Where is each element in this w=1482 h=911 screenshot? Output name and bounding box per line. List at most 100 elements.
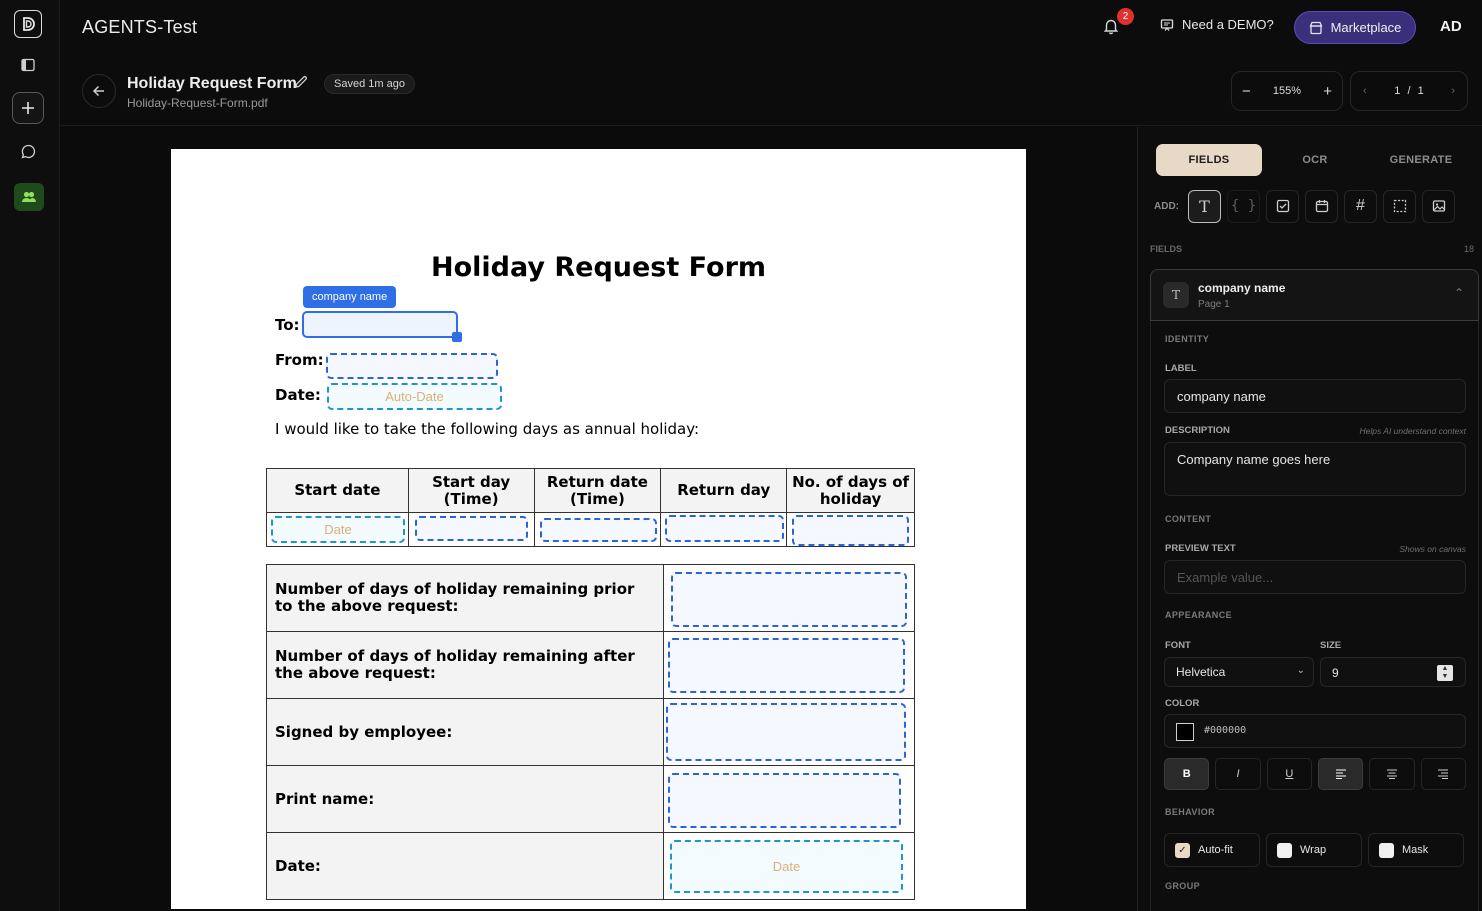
- preview-text-label: PREVIEW TEXT: [1165, 543, 1236, 554]
- number-tool-icon[interactable]: #: [1344, 189, 1377, 223]
- auto-fit-checkbox[interactable]: ✓: [1175, 842, 1190, 858]
- calendar-tool-icon[interactable]: [1305, 189, 1338, 223]
- company-name-field[interactable]: [302, 311, 462, 342]
- auto-fit-option[interactable]: ✓ Auto-fit: [1164, 833, 1260, 867]
- page-navigator: ‹ 1 / 1 ›: [1350, 71, 1468, 111]
- user-avatar[interactable]: AD: [1440, 18, 1462, 35]
- table-cell: Date: [266, 512, 409, 547]
- page-total: 1: [1417, 85, 1424, 97]
- mask-label: Mask: [1402, 844, 1429, 856]
- return-date-field[interactable]: [539, 518, 657, 542]
- table-header: Start day (Time): [407, 468, 535, 513]
- logo-icon[interactable]: [14, 10, 42, 38]
- table-cell: Date: [663, 832, 915, 900]
- description-textarea[interactable]: Company name goes here: [1164, 442, 1466, 496]
- document-header: Holiday Request Form Saved 1m ago Holida…: [60, 56, 1482, 126]
- panel-tabs: FIELDS OCR GENERATE: [1156, 144, 1474, 176]
- document-title: Holiday Request Form: [127, 75, 297, 92]
- table-row-label: Signed by employee:: [266, 698, 664, 766]
- size-input[interactable]: 9 ▲ ▼: [1320, 657, 1466, 687]
- wrap-checkbox[interactable]: [1277, 842, 1292, 858]
- appearance-section-title: APPEARANCE: [1165, 610, 1233, 620]
- align-left-button[interactable]: [1317, 758, 1364, 790]
- zoom-level: 155%: [1272, 85, 1302, 97]
- zoom-in-button[interactable]: +: [1323, 83, 1332, 100]
- intro-text: I would like to take the following days …: [275, 420, 700, 438]
- tab-ocr[interactable]: OCR: [1262, 144, 1368, 176]
- text-format-toolbar: B I U: [1164, 758, 1466, 790]
- zoom-out-button[interactable]: −: [1242, 83, 1251, 100]
- font-label: FONT: [1165, 640, 1191, 651]
- variable-tool-icon[interactable]: { }: [1227, 189, 1260, 223]
- image-tool-icon[interactable]: [1422, 189, 1455, 223]
- add-label: ADD:: [1154, 200, 1179, 212]
- chat-icon[interactable]: [12, 135, 44, 167]
- form-title: Holiday Request Form: [430, 252, 767, 283]
- agents-icon[interactable]: [14, 183, 44, 211]
- tab-generate[interactable]: GENERATE: [1368, 144, 1474, 176]
- pencil-icon[interactable]: [294, 75, 310, 91]
- checkbox-tool-icon[interactable]: [1266, 189, 1299, 223]
- from-label: From:: [275, 351, 324, 369]
- underline-button[interactable]: U: [1266, 758, 1312, 790]
- signature-field[interactable]: [666, 703, 906, 761]
- selected-field-chip[interactable]: company name: [303, 286, 397, 308]
- left-rail: [0, 0, 60, 911]
- sidebar-toggle-icon[interactable]: [12, 49, 44, 81]
- table-cell: [663, 564, 915, 632]
- mask-option[interactable]: Mask: [1368, 833, 1464, 867]
- table-cell: [663, 765, 915, 833]
- prev-page-icon[interactable]: ‹: [1363, 85, 1367, 97]
- wrap-option[interactable]: Wrap: [1266, 833, 1362, 867]
- presentation-icon: [1160, 18, 1174, 31]
- region-tool-icon[interactable]: [1383, 189, 1416, 223]
- mask-checkbox[interactable]: [1379, 842, 1394, 858]
- preview-hint: Shows on canvas: [1399, 544, 1466, 554]
- need-demo-link[interactable]: Need a DEMO?: [1160, 17, 1274, 32]
- days-of-holiday-field[interactable]: [792, 515, 910, 546]
- store-icon: [1309, 21, 1323, 34]
- bold-button[interactable]: B: [1164, 758, 1210, 790]
- table-cell: [407, 512, 535, 547]
- field-card-name: company name: [1198, 281, 1286, 295]
- remaining-prior-field[interactable]: [671, 572, 907, 627]
- color-picker[interactable]: #000000: [1164, 714, 1466, 748]
- next-page-icon[interactable]: ›: [1451, 85, 1455, 97]
- from-field[interactable]: [326, 353, 498, 379]
- text-tool-icon[interactable]: T: [1188, 189, 1221, 223]
- document-filename: Holiday-Request-Form.pdf: [127, 96, 268, 110]
- start-date-field[interactable]: Date: [271, 516, 405, 543]
- color-hex-value: #000000: [1204, 725, 1247, 736]
- size-value: 9: [1332, 666, 1339, 680]
- text-field-icon: T: [1163, 282, 1189, 308]
- chevron-up-icon[interactable]: ⌃: [1454, 286, 1464, 300]
- properties-panel: FIELDS OCR GENERATE ADD: T { } # FIELDS …: [1137, 127, 1482, 911]
- back-button[interactable]: [82, 74, 116, 108]
- font-select[interactable]: Helvetica ⌄: [1164, 657, 1314, 687]
- add-field-toolbar: ADD: T { } #: [1154, 189, 1474, 223]
- print-name-field[interactable]: [668, 773, 901, 828]
- label-input[interactable]: company name: [1164, 379, 1466, 413]
- document-canvas: Holiday Request Form company name To: Fr…: [60, 127, 1136, 911]
- auto-date-field[interactable]: Auto-Date: [327, 383, 502, 410]
- resize-handle[interactable]: [452, 332, 462, 342]
- remaining-after-field[interactable]: [668, 638, 905, 693]
- auto-fit-label: Auto-fit: [1198, 844, 1233, 856]
- signed-date-field[interactable]: Date: [670, 840, 903, 893]
- return-day-field[interactable]: [665, 515, 785, 542]
- preview-text-input[interactable]: Example value...: [1164, 560, 1466, 594]
- marketplace-label: Marketplace: [1330, 20, 1402, 35]
- tab-fields[interactable]: FIELDS: [1156, 144, 1262, 176]
- field-card[interactable]: T company name Page 1 ⌃: [1150, 269, 1479, 321]
- color-swatch[interactable]: [1176, 723, 1194, 741]
- zoom-control: − 155% +: [1231, 71, 1343, 111]
- italic-button[interactable]: I: [1215, 758, 1261, 790]
- align-right-button[interactable]: [1420, 758, 1466, 790]
- fields-section-header: FIELDS: [1150, 244, 1183, 254]
- start-day-field[interactable]: [414, 516, 528, 541]
- table-row-label: Print name:: [266, 765, 664, 833]
- size-stepper-icon[interactable]: ▲ ▼: [1437, 665, 1453, 681]
- align-center-button[interactable]: [1369, 758, 1415, 790]
- new-document-button[interactable]: [12, 92, 44, 124]
- marketplace-button[interactable]: Marketplace: [1294, 11, 1416, 44]
